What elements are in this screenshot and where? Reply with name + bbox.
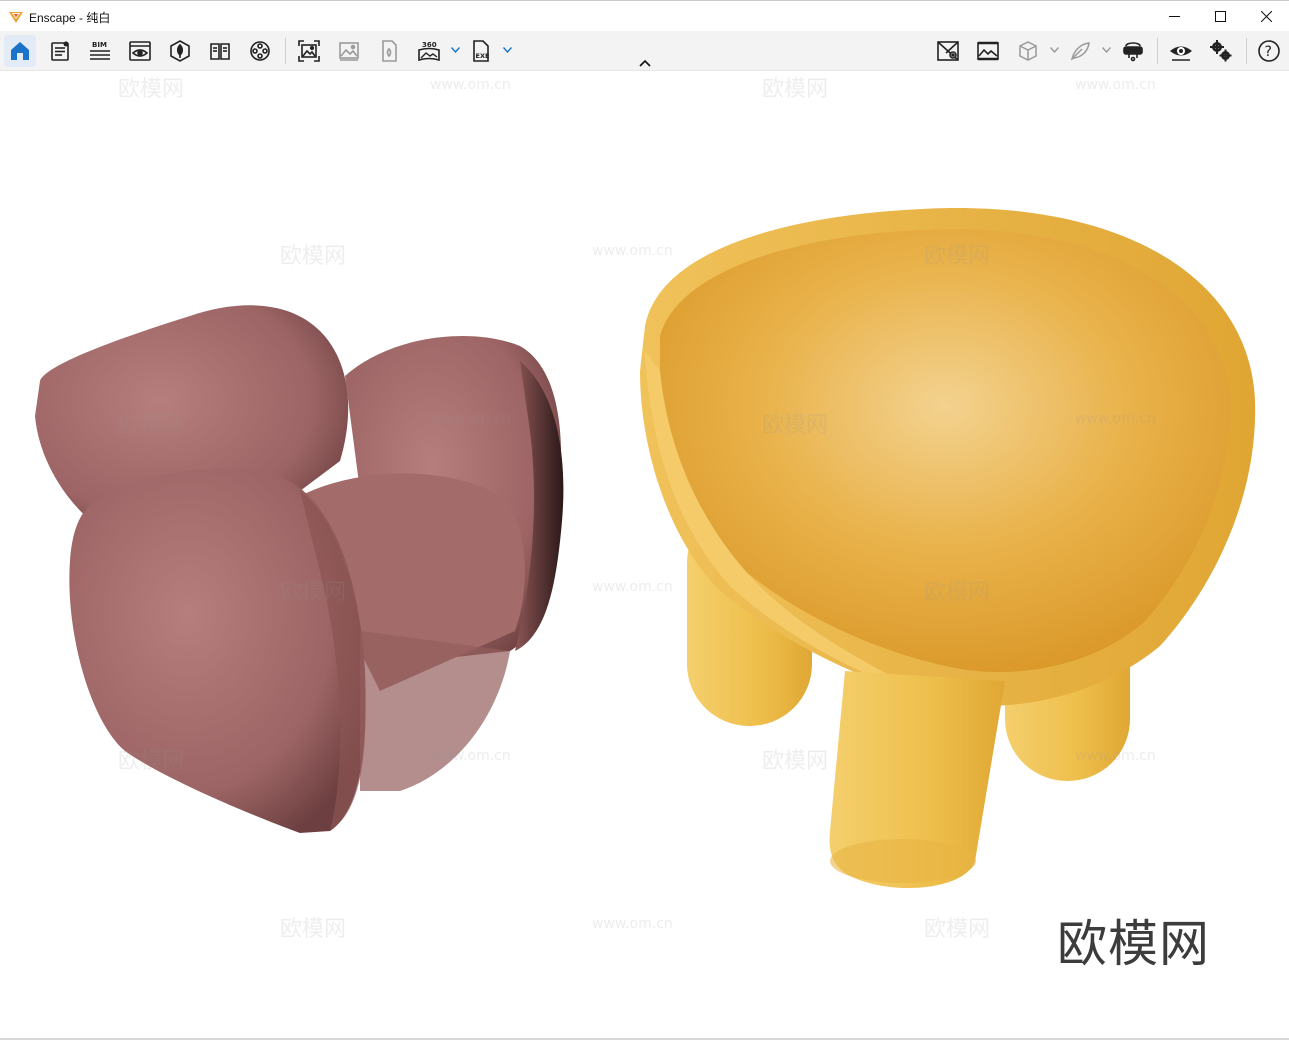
panorama-dropdown[interactable]	[450, 43, 460, 57]
eye-window-icon	[129, 41, 151, 61]
video-editor-button[interactable]	[244, 35, 276, 67]
svg-text:BIM: BIM	[92, 41, 107, 49]
map-icon	[937, 41, 959, 61]
cube-view-dropdown[interactable]	[1049, 43, 1059, 57]
exe-export-dropdown[interactable]	[502, 43, 512, 57]
film-reel-icon	[250, 41, 270, 61]
window-title: Enscape - 纯白	[29, 11, 111, 25]
maximize-button[interactable]	[1197, 1, 1243, 31]
watermark-text: 欧模网	[924, 580, 991, 605]
watermark-text: 欧模网	[924, 244, 991, 269]
chevron-down-icon	[1049, 47, 1059, 53]
minimize-icon	[1168, 15, 1180, 17]
watermark-text: 欧模网	[118, 749, 185, 774]
render-image-button[interactable]	[293, 35, 325, 67]
toolbar-separator	[1157, 38, 1158, 64]
watermark-text: 欧模网	[762, 413, 829, 438]
cube-icon	[1019, 41, 1037, 61]
panorama-360-icon: 360	[418, 41, 440, 62]
book-icon	[210, 43, 230, 60]
toolbar-separator	[1246, 38, 1247, 64]
views-list-icon	[51, 41, 69, 61]
views-button[interactable]	[44, 35, 76, 67]
chevron-down-icon	[1101, 47, 1111, 53]
exe-file-icon: EXE	[473, 40, 490, 62]
render-viewport[interactable]: 欧模网 www.om.cn 欧模网 www.om.cn 欧模网 www.om.c…	[0, 71, 1289, 1040]
image-settings-icon	[977, 41, 999, 61]
gallery-icon	[339, 42, 359, 61]
help-button[interactable]: ?	[1253, 35, 1285, 67]
home-button[interactable]	[4, 35, 36, 67]
watermark-url: www.om.cn	[430, 77, 511, 93]
feather-icon	[1070, 42, 1090, 61]
watermark-url: www.om.cn	[430, 748, 511, 764]
bim-button[interactable]: BIM	[84, 35, 116, 67]
watermark-text: 欧模网	[924, 917, 991, 942]
collapse-toolbar-icon[interactable]	[637, 57, 653, 69]
close-button[interactable]	[1243, 1, 1289, 31]
batch-render-button[interactable]	[333, 35, 365, 67]
panorama-button[interactable]: 360	[413, 35, 445, 67]
toolbar-separator	[285, 38, 286, 64]
general-settings-button[interactable]	[1205, 35, 1237, 67]
watermark-text: 欧模网	[280, 917, 347, 942]
eye-icon	[1170, 46, 1192, 61]
asset-library-button[interactable]	[164, 35, 196, 67]
watermark-text: 欧模网	[762, 749, 829, 774]
map-view-button[interactable]	[932, 35, 964, 67]
capture-image-icon	[298, 40, 320, 62]
image-settings-button[interactable]	[972, 35, 1004, 67]
watermark-text: 欧模网	[280, 580, 347, 605]
cube-view-button[interactable]	[1012, 35, 1044, 67]
export-file-icon	[382, 40, 397, 62]
gears-icon	[1210, 40, 1232, 62]
visual-settings-button[interactable]	[1165, 35, 1197, 67]
watermark-url: www.om.cn	[1075, 77, 1156, 93]
asset-library-icon	[170, 40, 190, 62]
watermark-text: 欧模网	[118, 77, 185, 102]
watermark-url: www.om.cn	[592, 243, 673, 259]
feather-dropdown[interactable]	[1101, 43, 1111, 57]
watermark-url: www.om.cn	[1075, 411, 1156, 427]
watermark-url: www.om.cn	[1075, 748, 1156, 764]
title-bar: Enscape - 纯白	[0, 0, 1289, 31]
bim-icon: BIM	[90, 41, 110, 60]
svg-text:EXE: EXE	[476, 52, 490, 60]
svg-text:?: ?	[1265, 44, 1272, 60]
vr-headset-icon	[1123, 42, 1143, 62]
maximize-icon	[1214, 10, 1226, 22]
watermark-url: www.om.cn	[592, 916, 673, 932]
watermark-url: www.om.cn	[592, 579, 673, 595]
minimize-button[interactable]	[1151, 1, 1197, 31]
watermark-text: 欧模网	[118, 413, 185, 438]
watermark-url: www.om.cn	[430, 411, 511, 427]
scene-render	[35, 207, 1256, 888]
chevron-down-icon	[502, 47, 512, 53]
vr-headset-button[interactable]	[1117, 35, 1149, 67]
view-management-button[interactable]	[124, 35, 156, 67]
yellow-tub-chair[interactable]	[640, 207, 1256, 888]
help-icon: ?	[1258, 40, 1280, 62]
chevron-down-icon	[450, 47, 460, 53]
close-icon	[1260, 10, 1272, 22]
material-editor-button[interactable]	[204, 35, 236, 67]
home-icon	[11, 42, 29, 60]
watermark-logo: 欧模网	[1057, 915, 1210, 973]
feather-button[interactable]	[1064, 35, 1096, 67]
watermark-text: 欧模网	[280, 244, 347, 269]
render-export-button[interactable]	[373, 35, 405, 67]
exe-export-button[interactable]: EXE	[465, 35, 497, 67]
watermark-text: 欧模网	[762, 77, 829, 102]
enscape-logo-icon	[9, 12, 23, 23]
